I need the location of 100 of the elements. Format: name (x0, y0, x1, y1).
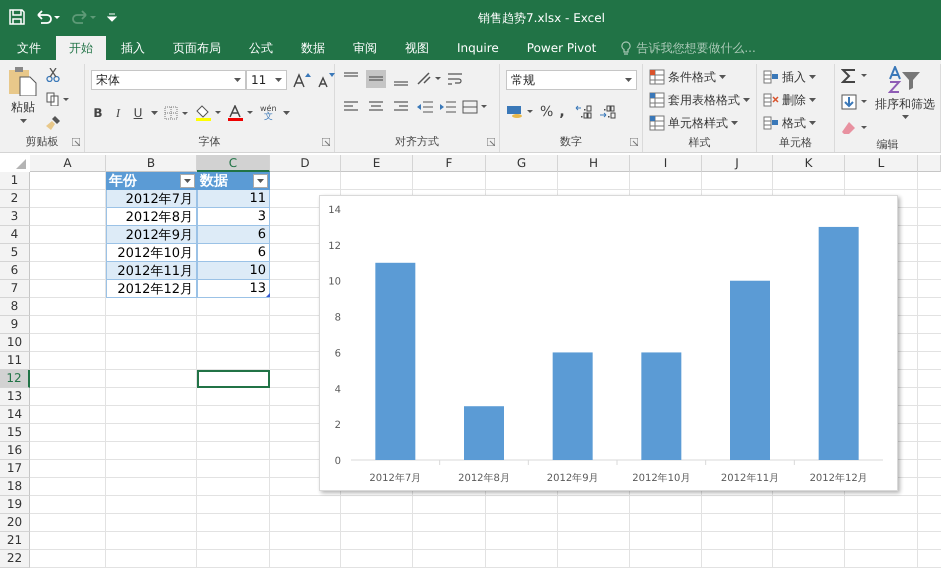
column-header[interactable]: E (341, 155, 413, 172)
cell-styles-button[interactable]: 单元格样式 (649, 114, 750, 132)
dropdown-caret-icon[interactable] (902, 115, 908, 119)
ribbon-tab[interactable]: 视图 (392, 36, 442, 60)
wrap-text-icon[interactable] (447, 71, 463, 87)
insert-cells-button[interactable]: 插入 (763, 68, 816, 86)
middle-align-icon[interactable] (366, 70, 386, 88)
bold-button[interactable]: B (91, 106, 105, 120)
column-header[interactable]: B (106, 155, 197, 172)
row-header[interactable]: 2 (0, 190, 30, 208)
row-header[interactable]: 14 (0, 406, 30, 424)
row-header[interactable]: 16 (0, 442, 30, 460)
row-header[interactable]: 7 (0, 280, 30, 298)
dropdown-caret-icon[interactable] (809, 75, 816, 79)
fill-down-icon[interactable] (841, 94, 869, 110)
font-name-dropdown[interactable]: 宋体 (91, 70, 246, 90)
fill-color-icon[interactable] (196, 105, 222, 121)
dropdown-caret-icon[interactable] (275, 78, 282, 82)
row-header[interactable]: 6 (0, 262, 30, 280)
column-header[interactable]: K (773, 155, 845, 172)
phonetic-guide-button[interactable]: wén 文 (260, 104, 277, 122)
column-header[interactable]: I (630, 155, 702, 172)
row-header[interactable]: 8 (0, 298, 30, 316)
ribbon-tab[interactable]: 公式 (236, 36, 286, 60)
dialog-launcher-icon[interactable] (322, 138, 330, 146)
row-header[interactable]: 17 (0, 460, 30, 478)
font-color-icon[interactable] (228, 105, 254, 121)
font-size-dropdown[interactable]: 11 (246, 70, 287, 90)
resize-handle-icon[interactable] (266, 293, 270, 297)
conditional-formatting-button[interactable]: 条件格式 (649, 68, 750, 86)
column-header[interactable]: G (486, 155, 558, 172)
currency-icon[interactable] (506, 104, 534, 120)
format-cells-button[interactable]: 格式 (763, 114, 816, 132)
row-header[interactable]: 4 (0, 226, 30, 244)
row-header[interactable]: 20 (0, 514, 30, 532)
dropdown-caret-icon[interactable] (20, 119, 26, 123)
column-header[interactable]: H (558, 155, 630, 172)
percent-button[interactable]: % (540, 104, 554, 120)
filter-dropdown-icon[interactable] (180, 174, 195, 188)
row-header[interactable]: 22 (0, 550, 30, 568)
undo-icon[interactable] (35, 9, 61, 25)
column-header[interactable]: A (30, 155, 106, 172)
ribbon-tab[interactable]: 页面布局 (160, 36, 234, 60)
cut-icon[interactable] (46, 68, 60, 82)
row-header[interactable]: 18 (0, 478, 30, 496)
column-header[interactable]: F (413, 155, 486, 172)
column-header[interactable]: D (270, 155, 341, 172)
row-header[interactable]: 15 (0, 424, 30, 442)
column-header[interactable]: C (197, 155, 270, 172)
borders-icon[interactable] (164, 106, 190, 120)
delete-cells-button[interactable]: 删除 (763, 91, 816, 109)
ribbon-tab[interactable]: 插入 (108, 36, 158, 60)
filter-dropdown-icon[interactable] (253, 174, 268, 188)
dialog-launcher-icon[interactable] (487, 138, 495, 146)
copy-icon[interactable] (46, 92, 70, 106)
dialog-launcher-icon[interactable] (630, 138, 638, 146)
number-format-dropdown[interactable]: 常规 (506, 70, 637, 90)
dropdown-caret-icon[interactable] (234, 78, 241, 82)
format-painter-icon[interactable] (46, 116, 60, 130)
save-icon[interactable] (9, 9, 25, 25)
row-header[interactable]: 3 (0, 208, 30, 226)
row-header[interactable]: 21 (0, 532, 30, 550)
decrease-indent-icon[interactable] (416, 99, 434, 115)
row-header[interactable]: 19 (0, 496, 30, 514)
ribbon-tab[interactable]: Power Pivot (514, 36, 610, 60)
row-header[interactable]: 12 (0, 370, 30, 388)
merge-center-icon[interactable] (462, 99, 488, 115)
ribbon-tab[interactable]: 开始 (56, 36, 106, 60)
dropdown-caret-icon[interactable] (719, 75, 726, 79)
sort-filter-button[interactable]: 排序和筛选 (875, 66, 935, 136)
ribbon-tab[interactable]: 数据 (288, 36, 338, 60)
paste-button[interactable]: 粘贴 (6, 66, 40, 130)
autosum-icon[interactable] (841, 68, 869, 84)
row-header[interactable]: 10 (0, 334, 30, 352)
dropdown-caret-icon[interactable] (809, 98, 816, 102)
increase-font-size-icon[interactable] (293, 72, 311, 88)
italic-button[interactable]: I (111, 106, 125, 120)
format-as-table-button[interactable]: 套用表格格式 (649, 91, 750, 109)
text-orientation-icon[interactable] (416, 71, 442, 87)
dropdown-caret-icon[interactable] (282, 111, 290, 115)
decrease-decimal-icon[interactable] (599, 104, 618, 120)
dropdown-caret-icon[interactable] (731, 121, 738, 125)
increase-indent-icon[interactable] (439, 99, 457, 115)
dropdown-caret-icon[interactable] (809, 121, 816, 125)
column-header[interactable]: L (845, 155, 918, 172)
increase-decimal-icon[interactable] (575, 104, 594, 120)
active-cell[interactable] (197, 370, 270, 388)
dropdown-caret-icon[interactable] (625, 78, 632, 82)
dropdown-caret-icon[interactable] (151, 111, 158, 115)
decrease-font-size-icon[interactable] (317, 72, 335, 88)
ribbon-tab[interactable]: 审阅 (340, 36, 390, 60)
underline-button[interactable]: U (131, 106, 145, 120)
dialog-launcher-icon[interactable] (72, 138, 80, 146)
row-header[interactable]: 9 (0, 316, 30, 334)
comma-style-button[interactable]: , (559, 104, 570, 120)
ribbon-tab[interactable]: 文件 (4, 36, 54, 60)
row-header[interactable]: 11 (0, 352, 30, 370)
dropdown-caret-icon[interactable] (743, 98, 750, 102)
column-header[interactable]: J (702, 155, 773, 172)
ribbon-tab[interactable]: Inquire (444, 36, 512, 60)
